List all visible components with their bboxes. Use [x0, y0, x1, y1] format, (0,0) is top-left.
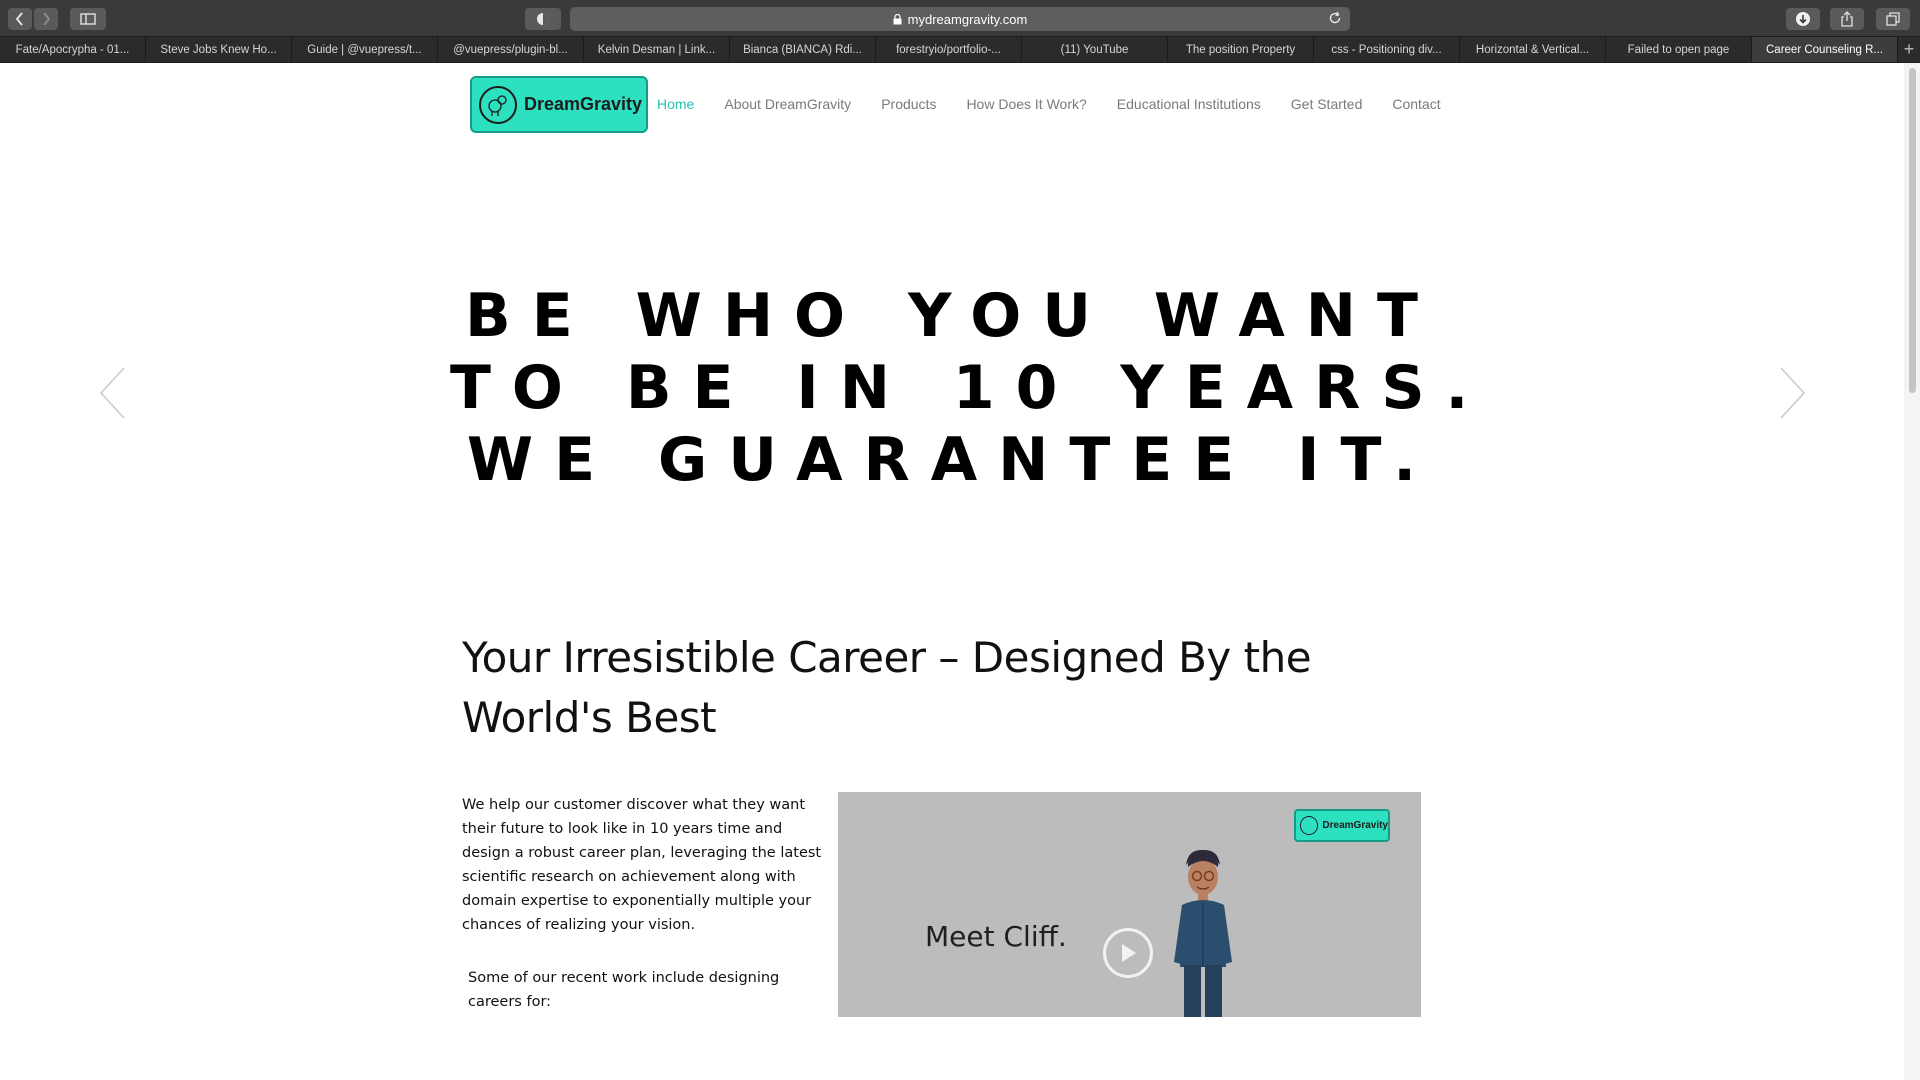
show-tabs-button[interactable]: [1876, 8, 1910, 30]
browser-tab[interactable]: The position Property: [1168, 37, 1314, 62]
hero-line: TO BE IN 10 YEARS.: [450, 353, 1490, 423]
nav-contact[interactable]: Contact: [1392, 96, 1440, 112]
nav-educational-institutions[interactable]: Educational Institutions: [1117, 96, 1261, 112]
nav-products[interactable]: Products: [881, 96, 936, 112]
forward-button[interactable]: [34, 8, 58, 30]
intro-video[interactable]: DreamGravity Meet Cliff.: [838, 792, 1421, 1017]
brain-logo-icon: [479, 85, 517, 124]
browser-toolbar: mydreamgravity.com: [0, 0, 1920, 37]
section-heading: Your Irresistible Career – Designed By t…: [462, 628, 1362, 748]
sidebar-icon: [80, 13, 96, 25]
browser-tab[interactable]: css - Positioning div...: [1314, 37, 1460, 62]
play-button[interactable]: [1103, 928, 1153, 978]
share-button[interactable]: [1830, 8, 1864, 30]
brain-logo-icon: [1300, 816, 1319, 835]
browser-tab[interactable]: Kelvin Desman | Link...: [584, 37, 730, 62]
nav-about[interactable]: About DreamGravity: [724, 96, 851, 112]
nav-home[interactable]: Home: [657, 96, 694, 112]
browser-tab[interactable]: Steve Jobs Knew Ho...: [146, 37, 292, 62]
browser-tab[interactable]: Failed to open page: [1606, 37, 1752, 62]
video-brand-badge: DreamGravity: [1294, 809, 1390, 842]
download-icon: [1796, 12, 1810, 26]
brand-name: DreamGravity: [524, 94, 643, 114]
browser-tab[interactable]: Horizontal & Vertical...: [1460, 37, 1606, 62]
url-text: mydreamgravity.com: [907, 11, 1028, 27]
main-nav: Home About DreamGravity Products How Doe…: [657, 96, 1471, 112]
tab-strip: Fate/Apocrypha - 01... Steve Jobs Knew H…: [0, 37, 1920, 63]
recent-work-paragraph: Some of our recent work include designin…: [468, 970, 780, 1010]
section-heading-line: Your Irresistible Career – Designed By t…: [462, 633, 1312, 682]
browser-tab[interactable]: (11) YouTube: [1022, 37, 1168, 62]
nav-get-started[interactable]: Get Started: [1291, 96, 1363, 112]
chevron-left-icon: [99, 367, 125, 419]
address-bar[interactable]: mydreamgravity.com: [570, 7, 1350, 31]
sidebar-toggle-button[interactable]: [70, 8, 106, 30]
shield-icon: [537, 13, 549, 25]
nav-how-it-works[interactable]: How Does It Work?: [966, 96, 1086, 112]
video-brand-name: DreamGravity: [1322, 820, 1388, 831]
share-icon: [1841, 11, 1853, 27]
browser-tab-active[interactable]: Career Counseling R...: [1752, 37, 1898, 62]
browser-tab[interactable]: Guide | @vuepress/t...: [292, 37, 438, 62]
intro-paragraph: We help our customer discover what they …: [462, 797, 822, 933]
hero-line: WE GUARANTEE IT.: [466, 425, 1438, 495]
browser-tab[interactable]: forestryio/portfolio-...: [876, 37, 1022, 62]
video-caption: Meet Cliff.: [925, 920, 1067, 953]
scrollbar-thumb[interactable]: [1909, 68, 1916, 393]
reload-icon[interactable]: [1328, 11, 1342, 25]
back-button[interactable]: [8, 8, 32, 30]
browser-tab[interactable]: Fate/Apocrypha - 01...: [0, 37, 146, 62]
chevron-left-icon: [15, 12, 23, 26]
browser-tab[interactable]: Bianca (BIANCA) Rdi...: [730, 37, 876, 62]
hero-line: BE WHO YOU WANT: [465, 281, 1439, 351]
cliff-character-illustration: [1174, 849, 1232, 1017]
slider-next-button[interactable]: [1777, 366, 1807, 420]
chevron-right-icon: [1780, 367, 1806, 419]
privacy-report-button[interactable]: [525, 8, 561, 30]
lock-icon: [893, 13, 902, 25]
downloads-button[interactable]: [1786, 8, 1820, 30]
chevron-right-icon: [43, 12, 51, 26]
browser-tab[interactable]: @vuepress/plugin-bl...: [438, 37, 584, 62]
new-tab-button[interactable]: +: [1898, 37, 1920, 62]
section-heading-line: World's Best: [462, 693, 717, 742]
hero-heading: BE WHO YOU WANT TO BE IN 10 YEARS. WE GU…: [450, 280, 1490, 496]
site-logo[interactable]: DreamGravity: [470, 76, 648, 133]
slider-prev-button[interactable]: [98, 366, 128, 420]
tabs-overview-icon: [1886, 12, 1900, 26]
play-icon: [1122, 944, 1136, 962]
